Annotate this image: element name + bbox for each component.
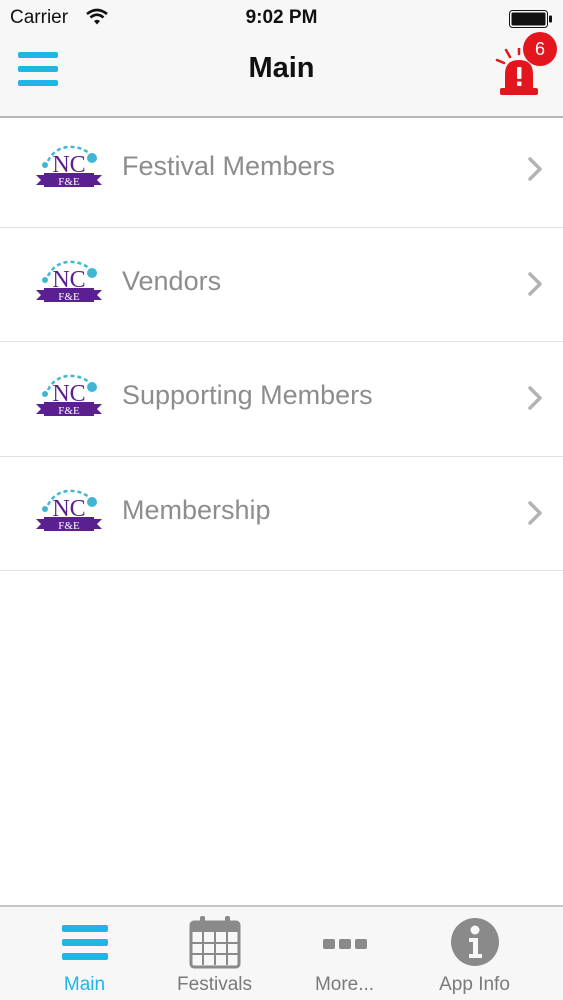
chevron-right-icon (527, 156, 543, 182)
tab-main[interactable]: Main (14, 907, 155, 1000)
tab-festivals[interactable]: Festivals (144, 907, 285, 1000)
tab-label: Main (63, 974, 106, 995)
info-icon (448, 915, 502, 969)
menu-item-label: Supporting Members (122, 380, 373, 410)
status-bar: Carrier 9:02 PM (0, 0, 563, 38)
main-menu-list: NC F&E Festival Members NC F&E Vendors N… (0, 113, 563, 571)
tab-label: More... (314, 974, 375, 995)
clock: 9:02 PM (245, 7, 318, 28)
menu-item-label: Membership (122, 494, 271, 525)
calendar-icon (188, 915, 242, 969)
navigation-bar: Main 6 (0, 32, 563, 118)
ncfe-logo-icon: NC F&E (34, 485, 104, 543)
ncfe-logo-icon: NC F&E (34, 256, 104, 314)
logo-text-bottom: F&E (58, 176, 80, 188)
logo-text-top: NC (52, 267, 85, 293)
battery-icon (509, 10, 553, 28)
menu-item-label: Festival Members (122, 151, 336, 181)
tab-bar: Main Festivals More... App Info (0, 905, 563, 1000)
logo-text-bottom: F&E (58, 405, 80, 417)
alert-count-badge: 6 (523, 32, 557, 66)
tab-label: Festivals (177, 974, 252, 995)
chevron-right-icon (527, 500, 543, 526)
ncfe-logo-icon: NC F&E (34, 141, 104, 199)
logo-text-top: NC (52, 496, 85, 522)
tab-label: App Info (439, 974, 510, 995)
menu-item-label: Vendors (122, 265, 222, 296)
page-title: Main (248, 52, 315, 84)
menu-item-supporting-members[interactable]: NC F&E Supporting Members (0, 342, 563, 457)
chevron-right-icon (527, 385, 543, 411)
more-dots-icon (318, 915, 372, 969)
menu-item-membership[interactable]: NC F&E Membership (0, 457, 563, 571)
hamburger-icon (58, 915, 112, 969)
logo-text-bottom: F&E (58, 520, 80, 532)
menu-item-festival-members[interactable]: NC F&E Festival Members (0, 113, 563, 228)
chevron-right-icon (527, 271, 543, 297)
tab-more[interactable]: More... (274, 907, 415, 1000)
logo-text-bottom: F&E (58, 291, 80, 303)
ncfe-logo-icon: NC F&E (34, 370, 104, 428)
logo-text-top: NC (52, 381, 85, 407)
logo-text-top: NC (52, 152, 85, 178)
tab-app-info[interactable]: App Info (404, 907, 545, 1000)
menu-item-vendors[interactable]: NC F&E Vendors (0, 228, 563, 342)
